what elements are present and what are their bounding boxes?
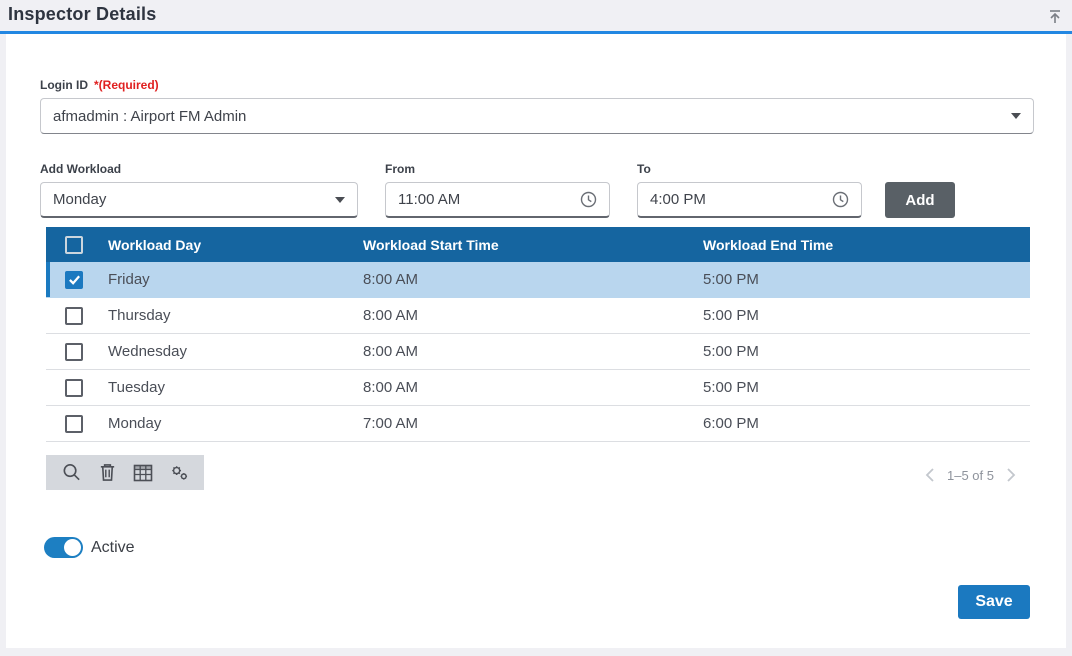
workload-start-cell: 8:00 AM (363, 271, 703, 288)
pagination: 1–5 of 5 (925, 464, 1016, 486)
pagination-label: 1–5 of 5 (947, 468, 994, 483)
login-id-label-row: Login ID *(Required) (40, 78, 159, 92)
workload-end-cell: 5:00 PM (703, 343, 1030, 360)
to-time-value: 4:00 PM (650, 191, 824, 208)
workload-start-cell: 8:00 AM (363, 307, 703, 324)
login-id-label: Login ID (40, 78, 88, 92)
workload-day-cell: Monday (108, 415, 363, 432)
workload-end-cell: 5:00 PM (703, 307, 1030, 324)
workload-day-value: Monday (53, 191, 327, 208)
title-bar: Inspector Details (0, 0, 1072, 31)
save-button[interactable]: Save (958, 585, 1030, 619)
workload-end-cell: 5:00 PM (703, 271, 1030, 288)
workload-row[interactable]: Monday 7:00 AM 6:00 PM (46, 406, 1030, 442)
required-label: *(Required) (94, 78, 159, 92)
workload-row[interactable]: Thursday 8:00 AM 5:00 PM (46, 298, 1030, 334)
select-all-checkbox[interactable] (65, 236, 83, 254)
login-id-value: afmadmin : Airport FM Admin (53, 108, 1003, 125)
workload-table: Workload Day Workload Start Time Workloa… (46, 227, 1030, 442)
table-header-row: Workload Day Workload Start Time Workloa… (46, 227, 1030, 262)
clock-icon[interactable] (580, 191, 597, 208)
active-toggle-row: Active (44, 537, 135, 558)
row-checkbox[interactable] (65, 307, 83, 325)
clock-icon[interactable] (832, 191, 849, 208)
workload-day-cell: Friday (108, 271, 363, 288)
workload-start-cell: 7:00 AM (363, 415, 703, 432)
row-checkbox[interactable] (65, 271, 83, 289)
to-time-input[interactable]: 4:00 PM (637, 182, 862, 218)
next-page-icon[interactable] (1006, 468, 1016, 482)
from-label: From (385, 162, 415, 176)
row-checkbox[interactable] (65, 343, 83, 361)
page-title: Inspector Details (8, 4, 156, 25)
workload-row[interactable]: Tuesday 8:00 AM 5:00 PM (46, 370, 1030, 406)
delete-icon[interactable] (96, 462, 118, 484)
table-body: Friday 8:00 AM 5:00 PM Thursday 8:00 AM … (46, 262, 1030, 442)
add-button[interactable]: Add (885, 182, 955, 218)
toggle-knob (64, 539, 81, 556)
previous-page-icon[interactable] (925, 468, 935, 482)
active-toggle[interactable] (44, 537, 83, 558)
column-header-end[interactable]: Workload End Time (703, 237, 1030, 253)
workload-day-select[interactable]: Monday (40, 182, 358, 218)
login-id-select[interactable]: afmadmin : Airport FM Admin (40, 98, 1034, 134)
workload-start-cell: 8:00 AM (363, 343, 703, 360)
row-checkbox[interactable] (65, 379, 83, 397)
to-label: To (637, 162, 651, 176)
chevron-down-icon (335, 197, 345, 203)
workload-row[interactable]: Wednesday 8:00 AM 5:00 PM (46, 334, 1030, 370)
settings-gears-icon[interactable] (168, 462, 190, 484)
workload-end-cell: 6:00 PM (703, 415, 1030, 432)
workload-day-cell: Thursday (108, 307, 363, 324)
add-workload-label: Add Workload (40, 162, 121, 176)
search-icon[interactable] (60, 462, 82, 484)
collapse-panel-icon[interactable] (1046, 8, 1064, 26)
row-checkbox[interactable] (65, 415, 83, 433)
column-header-day[interactable]: Workload Day (108, 237, 363, 253)
from-time-value: 11:00 AM (398, 191, 572, 208)
column-header-start[interactable]: Workload Start Time (363, 237, 703, 253)
workload-row[interactable]: Friday 8:00 AM 5:00 PM (46, 262, 1030, 298)
workload-start-cell: 8:00 AM (363, 379, 703, 396)
workload-day-cell: Wednesday (108, 343, 363, 360)
from-time-input[interactable]: 11:00 AM (385, 182, 610, 218)
chevron-down-icon (1011, 113, 1021, 119)
table-toolbar (46, 455, 204, 490)
workload-end-cell: 5:00 PM (703, 379, 1030, 396)
workload-day-cell: Tuesday (108, 379, 363, 396)
active-label: Active (91, 539, 135, 557)
inspector-details-panel: Login ID *(Required) afmadmin : Airport … (6, 34, 1066, 648)
column-grid-icon[interactable] (132, 462, 154, 484)
